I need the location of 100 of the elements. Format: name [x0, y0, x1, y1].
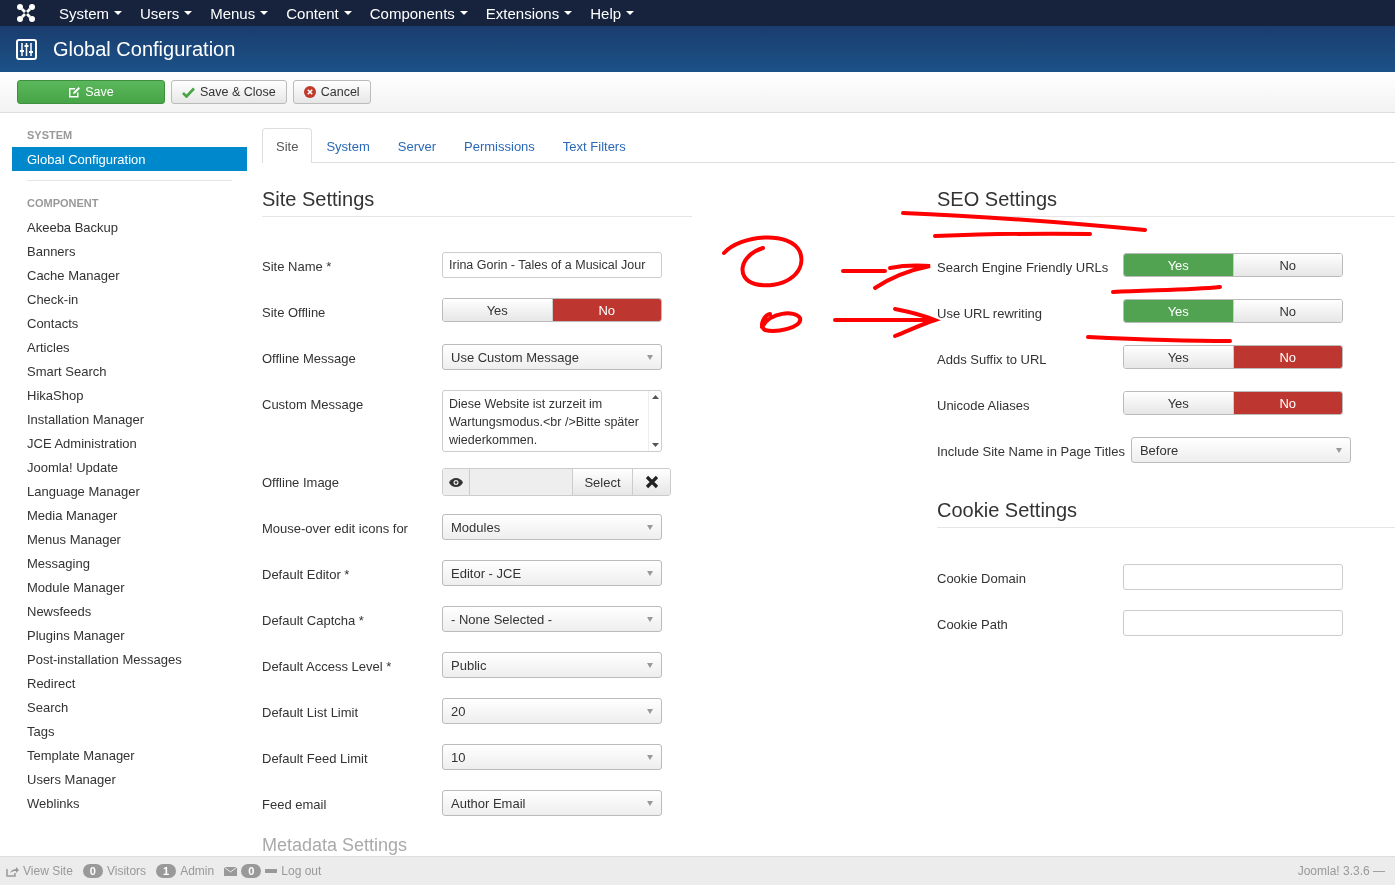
edit-icon: [68, 86, 81, 98]
message-field[interactable]: Diese Website ist zurzeit im Wartungsmodus.<br />Bitte später wiederkommen.: [442, 390, 662, 452]
menu-item[interactable]: Extensions: [476, 0, 582, 26]
caret-icon: [647, 354, 653, 360]
toggle-option[interactable]: Yes: [1124, 346, 1233, 368]
section-heading: Cookie Settings: [937, 483, 1395, 528]
toolbar-button[interactable]: Save & Close: [171, 80, 287, 104]
sidebar-item[interactable]: Weblinks: [12, 791, 247, 815]
select-field[interactable]: Modules: [442, 514, 662, 540]
text-field[interactable]: [1123, 610, 1343, 636]
field-label: Custom Message: [262, 396, 365, 412]
sidebar-item[interactable]: Tags: [12, 719, 247, 743]
sidebar-item[interactable]: Newsfeeds: [12, 599, 247, 623]
count-badge: 0: [241, 864, 262, 878]
select-field[interactable]: Editor - JCE: [442, 560, 662, 586]
caret-icon: [564, 11, 573, 15]
clear-button[interactable]: [632, 469, 670, 495]
select-field[interactable]: 10: [442, 744, 662, 770]
toolbar-button[interactable]: Cancel: [292, 80, 371, 104]
select-field[interactable]: Use Custom Message: [442, 344, 662, 370]
menu-item[interactable]: Menus: [201, 0, 278, 26]
sidebar-item[interactable]: Media Manager: [12, 503, 247, 527]
sidebar-item[interactable]: Global Configuration: [12, 147, 247, 171]
sidebar-item[interactable]: JCE Administration: [12, 431, 247, 455]
section-heading: Metadata Settings: [262, 836, 409, 854]
field-label: Default Editor *: [262, 566, 351, 582]
field-label: Cookie Domain: [937, 570, 1027, 586]
tab[interactable]: Permissions: [450, 129, 549, 163]
sidebar-item[interactable]: Contacts: [12, 311, 247, 335]
text-field[interactable]: [1123, 564, 1343, 590]
circle-mark: [760, 311, 803, 333]
caret-icon: [626, 11, 635, 15]
sidebar-item[interactable]: Language Manager: [12, 479, 247, 503]
select-field[interactable]: Author Email: [442, 790, 662, 816]
sidebar-item[interactable]: Check-in: [12, 287, 247, 311]
select-field[interactable]: Public: [442, 652, 662, 678]
caret-icon: [1335, 447, 1342, 453]
sidebar-item[interactable]: Menus Manager: [12, 527, 247, 551]
caret-icon: [343, 11, 352, 15]
caret-icon: [647, 616, 653, 622]
toggle-option[interactable]: No: [1232, 346, 1342, 368]
sidebar-item[interactable]: Articles: [12, 335, 247, 359]
page-title: Global Configuration: [53, 37, 236, 61]
sidebar-item[interactable]: Cache Manager: [12, 263, 247, 287]
caret-icon: [647, 800, 653, 806]
sidebar-item[interactable]: Template Manager: [12, 743, 247, 767]
sidebar-item[interactable]: Banners: [12, 239, 247, 263]
caret-icon: [647, 570, 653, 576]
caret-icon: [459, 11, 468, 15]
field-label: Use URL rewriting: [937, 305, 1043, 321]
tab[interactable]: System: [312, 129, 384, 163]
sidebar-item[interactable]: HikaShop: [12, 383, 247, 407]
field-label: Include Site Name in Page Titles: [937, 443, 1126, 459]
caret-icon: [647, 708, 653, 714]
sidebar-item[interactable]: Akeeba Backup: [12, 215, 247, 239]
tab[interactable]: Server: [383, 129, 451, 163]
menu-item[interactable]: Help: [581, 0, 644, 26]
section-heading: SEO Settings: [937, 172, 1395, 217]
tab[interactable]: Site: [262, 128, 313, 163]
sidebar-item[interactable]: Messaging: [12, 551, 247, 575]
cancel-icon: [303, 86, 316, 98]
field-label: Search Engine Friendly URLs: [937, 259, 1110, 275]
select-field[interactable]: 20: [442, 698, 662, 724]
field-label: Site Name *: [262, 258, 333, 274]
tab[interactable]: Text Filters: [548, 129, 640, 163]
toggle-option[interactable]: Yes: [443, 299, 552, 321]
toggle-option[interactable]: No: [1232, 392, 1342, 414]
caret-icon: [260, 11, 269, 15]
count-badge: 1: [156, 864, 177, 878]
sidebar-item[interactable]: Module Manager: [12, 575, 247, 599]
sidebar-item[interactable]: Plugins Manager: [12, 623, 247, 647]
field-label: Cookie Path: [937, 616, 1009, 632]
toggle-option[interactable]: No: [1232, 300, 1342, 322]
toggle-option[interactable]: Yes: [1124, 392, 1233, 414]
sidebar-item[interactable]: Joomla! Update: [12, 455, 247, 479]
select-field[interactable]: Before: [1130, 437, 1351, 463]
select-button[interactable]: Select: [572, 469, 632, 495]
menu-item[interactable]: Components: [360, 0, 477, 26]
sidebar-item[interactable]: Users Manager: [12, 767, 247, 791]
envelope-icon: [224, 866, 238, 876]
menu-item[interactable]: Users: [131, 0, 202, 26]
sidebar-heading: COMPONENT: [26, 196, 100, 211]
menu-item[interactable]: Content: [277, 0, 361, 26]
close-icon: [644, 475, 659, 489]
sidebar-item[interactable]: Search: [12, 695, 247, 719]
sidebar-item[interactable]: Installation Manager: [12, 407, 247, 431]
caret-icon: [647, 754, 653, 760]
menu-item[interactable]: System: [50, 0, 131, 26]
toggle-option[interactable]: No: [1232, 254, 1342, 276]
sidebar-item[interactable]: Redirect: [12, 671, 247, 695]
minus-icon: [265, 869, 278, 873]
toggle-option[interactable]: No: [551, 299, 661, 321]
field-label: Offline Message: [262, 350, 357, 366]
eye-icon: [449, 477, 463, 487]
select-field[interactable]: - None Selected -: [442, 606, 662, 632]
sidebar-item[interactable]: Post-installation Messages: [12, 647, 247, 671]
field-label: Adds Suffix to URL: [937, 351, 1048, 367]
sidebar-item[interactable]: Smart Search: [12, 359, 247, 383]
share-icon: [6, 865, 19, 877]
text-field[interactable]: Irina Gorin - Tales of a Musical Jour: [442, 252, 662, 278]
